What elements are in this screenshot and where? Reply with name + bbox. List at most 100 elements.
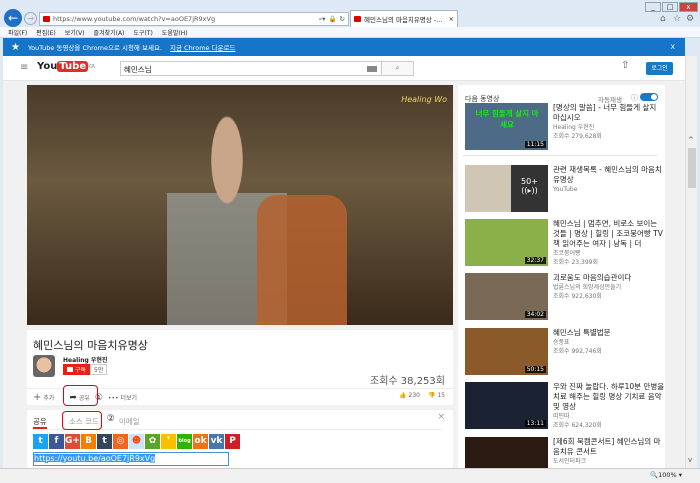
page-content: Healing Wo 혜민스님의 마음치유명상 Healing 우현진 구독 5…: [3, 81, 685, 468]
like-button[interactable]: 👍 230: [399, 392, 420, 399]
menu-bar: 파일(F) 편집(E) 보기(V) 즐겨찾기(A) 도구(T) 도움말(H): [0, 27, 700, 38]
keyboard-icon[interactable]: [367, 66, 377, 72]
channel-avatar[interactable]: [33, 355, 55, 377]
playlist-count: 50+: [521, 177, 538, 186]
channel-name: 조코붕어빵: [553, 250, 581, 257]
upload-icon[interactable]: ⇧: [621, 60, 629, 71]
refresh-icon[interactable]: ↻: [340, 15, 345, 23]
maximize-button[interactable]: □: [662, 2, 678, 12]
thumbnail-text: 너무 힘들게 살지 마세요: [475, 109, 539, 129]
subscribe-button[interactable]: 구독: [63, 364, 91, 375]
video-title[interactable]: 혜민스님 특별법문: [553, 328, 611, 338]
video-thumbnail[interactable]: 32:37: [465, 219, 548, 266]
scroll-thumb[interactable]: [688, 148, 696, 188]
video-thumbnail[interactable]: 너무 힘들게 살지 마세요 11:15: [465, 103, 548, 150]
pinterest-share-icon[interactable]: P: [225, 434, 240, 449]
search-box: 혜민스님 ⌕: [120, 61, 414, 76]
video-thumbnail[interactable]: 34:02: [465, 273, 548, 320]
star-icon: ★: [11, 41, 20, 53]
video-duration: 34:02: [524, 311, 546, 318]
minimize-button[interactable]: _: [645, 2, 661, 12]
highlight-box-embed: [62, 411, 102, 430]
home-icon[interactable]: ⌂: [660, 14, 666, 24]
scrollbar[interactable]: ^ v: [685, 56, 697, 468]
sidebar-video-item[interactable]: 50+ ((▸)) 관련 재생목록 - 혜민스님의 마음치유명상 YouTube: [465, 165, 665, 215]
banner-text: YouTube 동영상을 Chrome으로 시청해 보세요.: [27, 44, 162, 52]
like-count: 230: [408, 392, 420, 399]
menu-tools[interactable]: 도구(T): [133, 28, 152, 37]
more-button[interactable]: ••• 더보기: [108, 393, 137, 402]
menu-help[interactable]: 도움말(H): [162, 28, 188, 37]
vk-share-icon[interactable]: vk: [209, 434, 224, 449]
tab-share[interactable]: 공유: [33, 416, 47, 429]
menu-view[interactable]: 보기(V): [65, 28, 85, 37]
scroll-down-arrow[interactable]: v: [688, 456, 692, 464]
google-plus-share-icon[interactable]: G+: [65, 434, 80, 449]
share-url-input[interactable]: https://youtu.be/aoOE7jR9xVg: [33, 452, 229, 466]
favorites-icon[interactable]: ☆: [673, 14, 681, 24]
settings-gear-icon[interactable]: ⚙: [686, 14, 694, 24]
video-title[interactable]: [명상의 말씀] - 너무 힘들게 살지 마십시오: [553, 103, 665, 123]
video-thumbnail[interactable]: 50+ ((▸)): [465, 165, 548, 212]
video-title[interactable]: 우와 진짜 놀랍다. 하루10분 만병을 치료 해주는 힐링 명상 기치료 음악…: [553, 382, 665, 412]
chrome-download-link[interactable]: 지금 Chrome 다운로드: [170, 42, 236, 52]
channel-name: YouTube: [553, 186, 578, 193]
share-close-button[interactable]: ×: [437, 412, 445, 422]
close-tab-icon[interactable]: ×: [449, 15, 454, 23]
zoom-level[interactable]: 🔍100% ▾: [650, 471, 682, 479]
tab-email[interactable]: 이메일: [119, 416, 140, 429]
blogger-share-icon[interactable]: B: [81, 434, 96, 449]
reddit-share-icon[interactable]: ☻: [129, 434, 144, 449]
browser-tab[interactable]: 혜민스님의 마음치유명상 -... ×: [350, 10, 458, 27]
banner-close-button[interactable]: X: [671, 43, 675, 51]
menu-favorites[interactable]: 즐겨찾기(A): [94, 28, 125, 37]
daum-share-icon[interactable]: ◎: [113, 434, 128, 449]
video-player[interactable]: Healing Wo: [27, 85, 453, 325]
tumblr-share-icon[interactable]: t: [97, 434, 112, 449]
menu-file[interactable]: 파일(F): [8, 28, 27, 37]
video-title[interactable]: [제6회 북캠콘서트] 혜민스님의 마음치유 콘서트: [553, 437, 665, 457]
search-icon[interactable]: ⌕▾: [319, 15, 326, 24]
video-duration: 32:37: [524, 257, 546, 264]
scroll-up-arrow[interactable]: ^: [688, 136, 694, 144]
forward-button[interactable]: →: [24, 12, 37, 25]
rating-bar: 👍 230 👎 15: [399, 392, 445, 399]
share-url-text: https://youtu.be/aoOE7jR9xVg: [34, 454, 156, 463]
divider: [463, 155, 658, 156]
video-thumbnail[interactable]: [465, 437, 548, 468]
search-button[interactable]: ⌕: [381, 62, 413, 75]
video-duration: 50:15: [524, 366, 546, 373]
zoom-icon: 🔍: [650, 471, 659, 479]
channel-name[interactable]: Healing 우현진: [63, 355, 107, 364]
dislike-button[interactable]: 👎 15: [428, 392, 445, 399]
address-bar[interactable]: https://www.youtube.com/watch?v=aoOE7jR9…: [39, 12, 349, 26]
sidebar-video-item[interactable]: 32:37 혜민스님 | 멈추면, 비로소 보이는 것들 | 명상 | 힐링 | …: [465, 219, 665, 269]
status-bar: 🔍100% ▾: [0, 468, 700, 483]
video-title[interactable]: 괴로움도 마음의습관이다: [553, 273, 631, 283]
naver-blog-share-icon[interactable]: blog: [177, 434, 192, 449]
search-input[interactable]: 혜민스님: [121, 62, 363, 75]
back-button[interactable]: ←: [4, 9, 22, 27]
video-title[interactable]: 혜민스님 | 멈추면, 비로소 보이는 것들 | 명상 | 힐링 | 조코붕어빵…: [553, 219, 665, 249]
odnoklassniki-share-icon[interactable]: ok: [193, 434, 208, 449]
twitter-share-icon[interactable]: t: [33, 434, 48, 449]
sidebar-video-item[interactable]: 13:11 우와 진짜 놀랍다. 하루10분 만병을 치료 해주는 힐링 명상 기…: [465, 382, 665, 432]
sidebar-video-item[interactable]: 너무 힘들게 살지 마세요 11:15 [명상의 말씀] - 너무 힘들게 살지 마…: [465, 103, 665, 153]
facebook-share-icon[interactable]: f: [49, 434, 64, 449]
menu-edit[interactable]: 편집(E): [36, 28, 56, 37]
kakaostory-share-icon[interactable]: ✿: [145, 434, 160, 449]
band-share-icon[interactable]: ❜: [161, 434, 176, 449]
youtube-logo[interactable]: You Tube KR: [37, 61, 95, 72]
add-button[interactable]: + 추가: [33, 392, 54, 403]
login-button[interactable]: 로그인: [646, 62, 673, 75]
close-window-button[interactable]: x: [679, 2, 698, 12]
sidebar-video-item[interactable]: 34:02 괴로움도 마음의습관이다 법륜스님의 희망세상만들기 조회수 922,63…: [465, 273, 665, 323]
hamburger-menu-icon[interactable]: ≡: [20, 62, 28, 73]
youtube-favicon: [354, 16, 361, 22]
video-title[interactable]: 관련 재생목록 - 혜민스님의 마음치유명상: [553, 165, 665, 185]
sidebar-video-item[interactable]: 50:15 혜민스님 특별법문 승풍표 조회수 992,746회: [465, 328, 665, 378]
autoplay-toggle[interactable]: [640, 93, 658, 101]
video-thumbnail[interactable]: 50:15: [465, 328, 548, 375]
sidebar-video-item[interactable]: [제6회 북캠콘서트] 혜민스님의 마음치유 콘서트 도서인터파크: [465, 437, 665, 468]
video-thumbnail[interactable]: 13:11: [465, 382, 548, 429]
